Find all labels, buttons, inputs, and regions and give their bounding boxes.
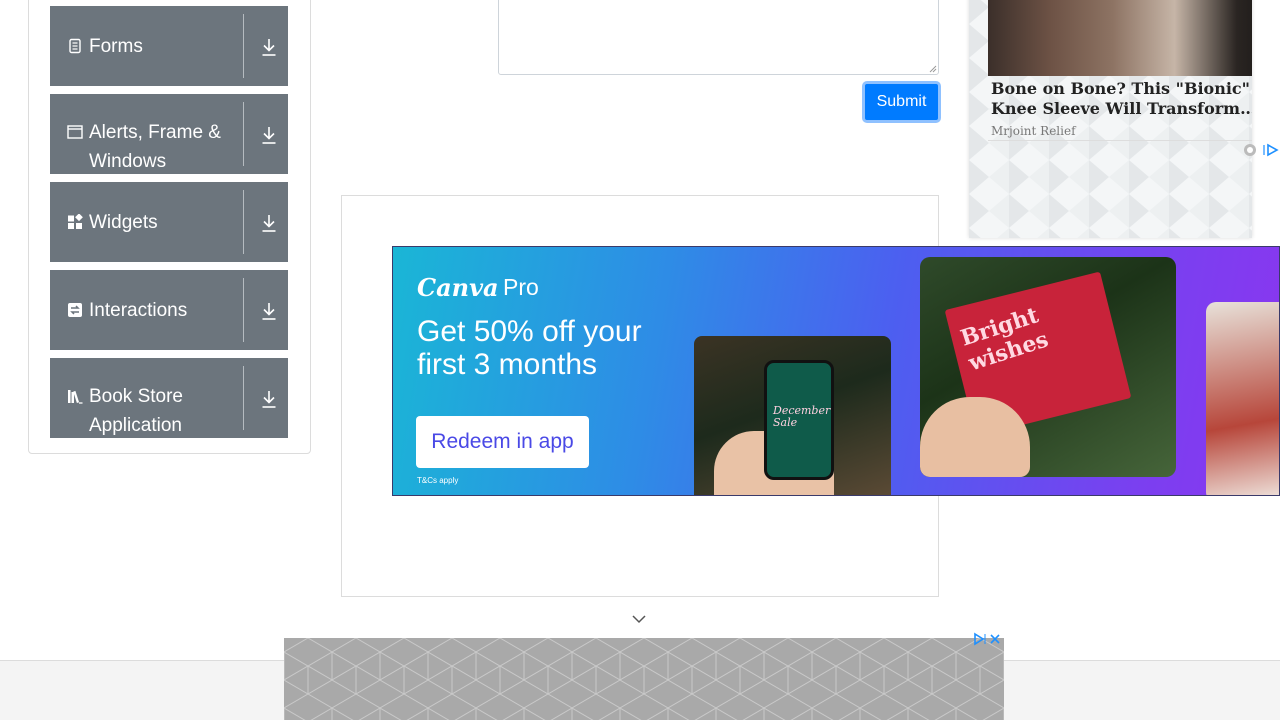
ad-phone-photo: December Sale — [694, 336, 891, 495]
canva-ad-banner[interactable]: Canva Pro Get 50% off your first 3 month… — [392, 246, 1280, 496]
download-icon[interactable] — [261, 213, 277, 233]
hand-image — [920, 397, 1030, 477]
ad-headline[interactable]: Bone on Bone? This "Bionic" Knee Sleeve … — [991, 79, 1252, 119]
ad-background-pattern — [284, 638, 1004, 720]
divider — [243, 278, 244, 342]
textarea-field[interactable] — [498, 0, 939, 75]
interactions-icon — [68, 303, 82, 317]
sidebar-group-alerts[interactable]: Alerts, Frame & Windows — [50, 94, 288, 174]
bottom-ad[interactable] — [284, 638, 1004, 720]
sidebar-group-label: Book Store Application — [89, 386, 183, 436]
sidebar-group-label: Widgets — [89, 212, 158, 233]
sidebar-group-widgets[interactable]: Widgets — [50, 182, 288, 262]
sidebar-group-book-store[interactable]: Book Store Application — [50, 358, 288, 438]
resize-grip-icon[interactable] — [929, 65, 937, 73]
download-icon[interactable] — [261, 389, 277, 409]
window-icon — [67, 125, 83, 139]
ad-brand-suffix: Pro — [503, 274, 539, 300]
sponsored-ad[interactable]: Bone on Bone? This "Bionic" Knee Sleeve … — [969, 0, 1252, 238]
sidebar-group-label: Interactions — [89, 300, 188, 321]
download-icon[interactable] — [261, 37, 277, 57]
sidebar: Forms Alerts, Frame & Windows Widgets In… — [28, 0, 311, 454]
chevron-down-icon[interactable] — [631, 613, 647, 625]
ad-close-controls[interactable] — [972, 632, 1004, 646]
ad-brand-logo: Canva — [417, 273, 499, 302]
sidebar-group-label: Alerts, Frame & Windows — [89, 122, 221, 172]
divider — [243, 190, 244, 254]
divider — [243, 102, 244, 166]
download-icon[interactable] — [261, 301, 277, 321]
ad-card-photo: Bright wishes — [920, 257, 1176, 477]
phone-image: December Sale — [764, 360, 834, 480]
form-icon — [69, 38, 81, 54]
divider — [243, 14, 244, 78]
card-text: Bright wishes — [957, 302, 1052, 377]
divider — [243, 366, 244, 430]
divider — [988, 140, 1252, 141]
adchoices-icon[interactable] — [1243, 143, 1280, 157]
sidebar-group-interactions[interactable]: Interactions — [50, 270, 288, 350]
download-icon[interactable] — [261, 125, 277, 145]
ad-headline: Get 50% off your first 3 months — [417, 315, 642, 381]
submit-button[interactable]: Submit — [862, 81, 941, 123]
books-icon — [68, 390, 83, 404]
ad-fine-print: T&Cs apply — [417, 476, 459, 485]
ad-sponsor: Mrjoint Relief — [991, 124, 1076, 138]
sidebar-group-label: Forms — [89, 36, 143, 57]
redeem-in-app-button[interactable]: Redeem in app — [416, 416, 589, 468]
ad-mug-photo — [1206, 302, 1279, 495]
widgets-icon — [68, 214, 83, 229]
sidebar-group-forms[interactable]: Forms — [50, 6, 288, 86]
ad-image — [988, 0, 1252, 76]
phone-screen-text: December Sale — [773, 404, 831, 429]
